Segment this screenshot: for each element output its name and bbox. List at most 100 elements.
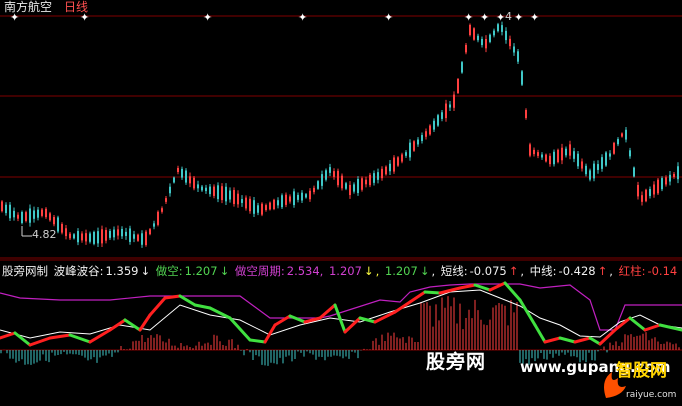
candle-body [253,200,255,214]
stock-chart-window: ✦ ✦ ✦ ✦ ✦ ✦ ✦ ✦ ✦ ✦ 南方航空 日线 4.82 4 股旁网制 波峰波谷: 1.35… [0,0,682,406]
short-line [193,303,212,310]
candle-body [465,44,467,53]
candle-body [49,213,51,221]
candle-body [185,170,187,183]
candle-body [413,141,415,151]
candle-body [85,233,87,242]
candle-body [445,103,447,119]
candle-body [425,131,427,137]
candle-body [373,173,375,183]
cycle-value: 2.534, [286,264,324,278]
candle-body [245,197,247,209]
candle-body [13,210,15,218]
short-line [503,281,522,302]
candle-body [633,167,635,177]
wave-value: 1.359 [105,264,139,278]
candle-body [305,194,307,198]
short-line [558,336,577,344]
candle-body [397,157,399,166]
candle-body [93,231,95,244]
candle-body [377,172,379,180]
candle-body [37,209,39,218]
candle-body [285,194,287,205]
short-line [288,314,307,324]
candle-body [353,184,355,192]
peak-price-label: 4 [505,10,512,23]
candle-body [497,24,499,32]
candle-body [65,228,67,237]
candle-body [249,198,251,212]
candle-body [513,46,515,53]
candle-body [329,167,331,173]
candle-body [69,233,71,239]
candle-body [337,170,339,186]
candle-body [297,194,299,200]
candle-body [309,190,311,200]
candle-body [521,71,523,85]
candle-body [637,184,639,197]
candle-body [553,151,555,165]
candle-body [489,34,491,42]
watermark-brand: 智股网 [616,361,667,381]
candle-body [473,28,475,40]
candle-body [61,223,63,233]
short-line [13,331,32,347]
candle-body [449,104,451,108]
chart-canvas[interactable]: ✦ ✦ ✦ ✦ ✦ ✦ ✦ ✦ ✦ ✦ [0,0,682,406]
watermark-brand-sub: raiyue.com [626,390,677,400]
candle-body [477,35,479,41]
candle-body [625,129,627,140]
candle-body [321,174,323,186]
candle-body [137,234,139,241]
candle-body [605,152,607,166]
short-line [123,318,142,332]
candle-body [97,231,99,244]
candle-body [561,147,563,161]
short-label: 做空: [155,264,183,278]
candle-body [481,38,483,46]
candle-body [177,167,179,173]
candle-body [341,175,343,189]
star-marker-icon: ✦ [298,11,307,24]
short-line [408,290,427,304]
candle-body [457,79,459,93]
candle-body [649,189,651,196]
short-line [28,336,52,347]
star-marker-icon: ✦ [530,11,539,24]
short-line [0,331,17,340]
candle-body [289,196,291,202]
candle-body [517,51,519,62]
candle-body [361,178,363,190]
short-line [573,336,592,344]
star-marker-icon: ✦ [480,11,489,24]
candle-body [669,174,671,182]
candle-body [429,125,431,135]
candle-body [141,233,143,245]
candle-body [609,153,611,157]
candle-body [77,231,79,243]
candle-body [169,186,171,194]
candle-body [565,148,567,156]
candle-body [233,190,235,204]
candle-body [105,230,107,241]
candle-body [269,202,271,210]
candle-body [5,204,7,214]
candle-body [125,231,127,236]
candle-body [501,25,503,32]
candle-body [365,179,367,185]
candle-body [1,201,3,212]
indicator-name[interactable]: 股旁网制 [2,264,48,278]
candle-body [17,214,19,219]
candle-body [381,168,383,179]
candle-body [369,174,371,186]
candle-body [29,208,31,223]
indicator-title-bar: 股旁网制 波峰波谷: 1.359 ↓ 做空: 1.207 ↓ 做空周期: 2.534, 1… [2,264,678,278]
candle-body [673,173,675,177]
candle-body [221,186,223,201]
candle-body [389,163,391,172]
period-label[interactable]: 日线 [64,0,88,14]
candle-body [589,170,591,180]
candle-body [549,155,551,165]
candle-body [261,203,263,215]
candle-body [393,157,395,172]
